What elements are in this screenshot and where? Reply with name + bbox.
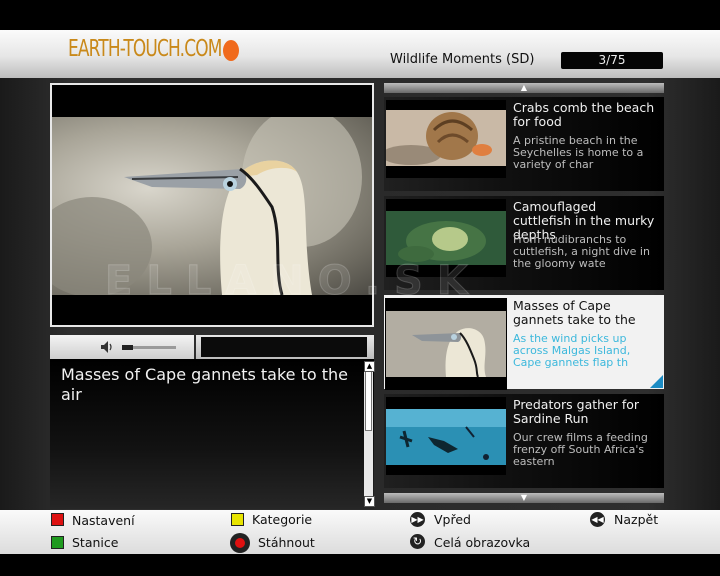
settings-label[interactable]: Nastavení [72,513,135,528]
red-key-icon[interactable] [51,513,64,526]
playback-progress[interactable] [201,337,367,357]
list-scroll-down-button[interactable]: ▼ [384,493,664,503]
description-scroll-up-button[interactable]: ▲ [364,361,375,372]
fast-forward-icon[interactable]: ▶▶ [410,512,425,527]
record-key-icon[interactable] [230,533,250,553]
list-item-title: Predators gather for Sardine Run [513,397,640,426]
selection-corner-marker [650,375,663,388]
diver-thumbnail [386,397,506,475]
speaker-icon [101,341,112,353]
back-label[interactable]: Nazpět [614,512,658,527]
list-item-title: Crabs comb the beach for food [513,100,655,129]
green-key-icon[interactable] [51,536,64,549]
list-scroll-up-button[interactable]: ▲ [384,83,664,93]
logo-dot [223,40,239,61]
categories-label[interactable]: Kategorie [252,512,312,527]
refresh-icon[interactable]: ↻ [410,534,425,549]
channel-title: Wildlife Moments (SD) [390,52,535,67]
watermark: ELLANO.SK [105,258,482,305]
rewind-icon[interactable]: ◀◀ [590,512,605,527]
list-item-description: A pristine beach in the Seychelles is ho… [513,134,644,171]
list-item-description: Our crew films a feeding frenzy off Sout… [513,431,648,468]
forward-label[interactable]: Vpřed [434,512,471,527]
list-item-description: As the wind picks up across Malgas Islan… [513,332,631,369]
fullscreen-label[interactable]: Celá obrazovka [434,535,530,550]
item-counter: 3/75 [561,52,663,69]
stations-label[interactable]: Stanice [72,535,118,550]
description-scroll-thumb[interactable] [365,371,372,431]
list-item-title: Masses of Cape gannets take to the [513,298,636,327]
gannet-thumbnail [385,298,507,390]
volume-level [122,345,133,350]
earth-touch-logo: EARTH-TOUCH.COM [68,36,222,62]
list-item-description: From nudibranchs to cuttlefish, a night … [513,233,650,270]
description-scroll-down-button[interactable]: ▼ [364,496,375,507]
yellow-key-icon[interactable] [231,513,244,526]
crab-thumbnail [381,100,506,178]
download-label[interactable]: Stáhnout [258,535,315,550]
description-title: Masses of Cape gannets take to the air [61,365,349,404]
